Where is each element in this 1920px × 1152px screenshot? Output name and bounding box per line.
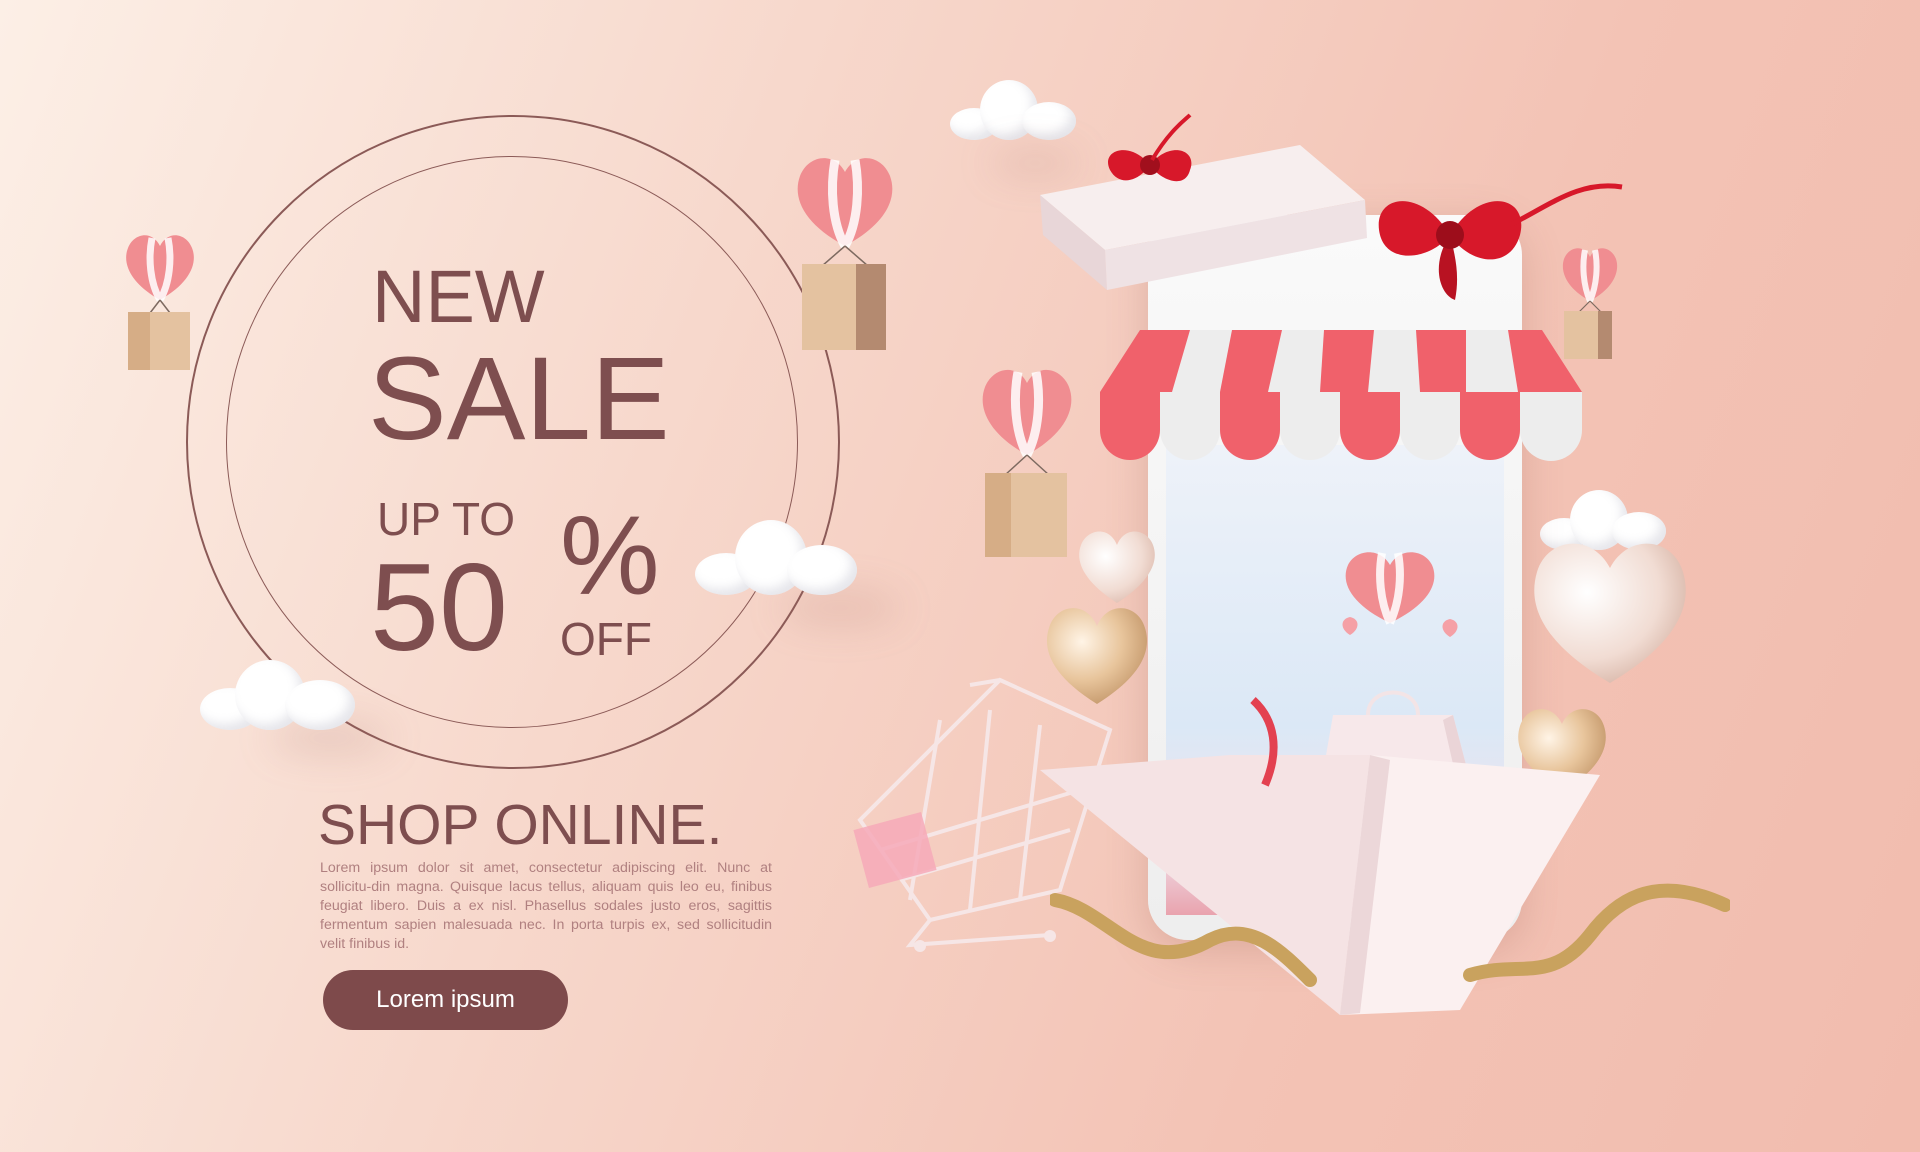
bow-icon bbox=[1378, 183, 1623, 300]
shop-body-text: Lorem ipsum dolor sit amet, consectetur … bbox=[320, 860, 772, 952]
shop-online-heading: SHOP ONLINE. bbox=[318, 793, 723, 857]
cloud-shadow bbox=[780, 590, 900, 626]
promo-new: NEW bbox=[372, 255, 545, 338]
ribbon-icon bbox=[1050, 893, 1317, 987]
cloud-icon bbox=[200, 650, 360, 730]
heart-balloon-icon bbox=[126, 235, 194, 370]
cloud-icon bbox=[950, 78, 1078, 140]
ribbon-icon bbox=[1463, 883, 1730, 982]
promo-off-label: OFF bbox=[560, 613, 652, 665]
bow-icon bbox=[1108, 113, 1192, 182]
promo-up-to: UP TO bbox=[377, 493, 516, 545]
promo-sale: SALE bbox=[368, 333, 670, 465]
heart-icon bbox=[1046, 608, 1148, 704]
awning-icon bbox=[1100, 330, 1582, 461]
heart-icon bbox=[1079, 531, 1155, 603]
cloud-icon bbox=[695, 515, 860, 595]
heart-icon bbox=[1534, 543, 1686, 683]
promo-percent-sign: % bbox=[560, 493, 660, 618]
promo-discount-value: 50 bbox=[370, 539, 508, 677]
heart-balloon-icon bbox=[982, 369, 1072, 557]
cta-button[interactable]: Lorem ipsum bbox=[323, 970, 568, 1030]
ribbon-icon bbox=[1250, 697, 1278, 787]
heart-balloon-icon bbox=[1342, 552, 1458, 637]
heart-balloon-icon bbox=[797, 158, 893, 350]
